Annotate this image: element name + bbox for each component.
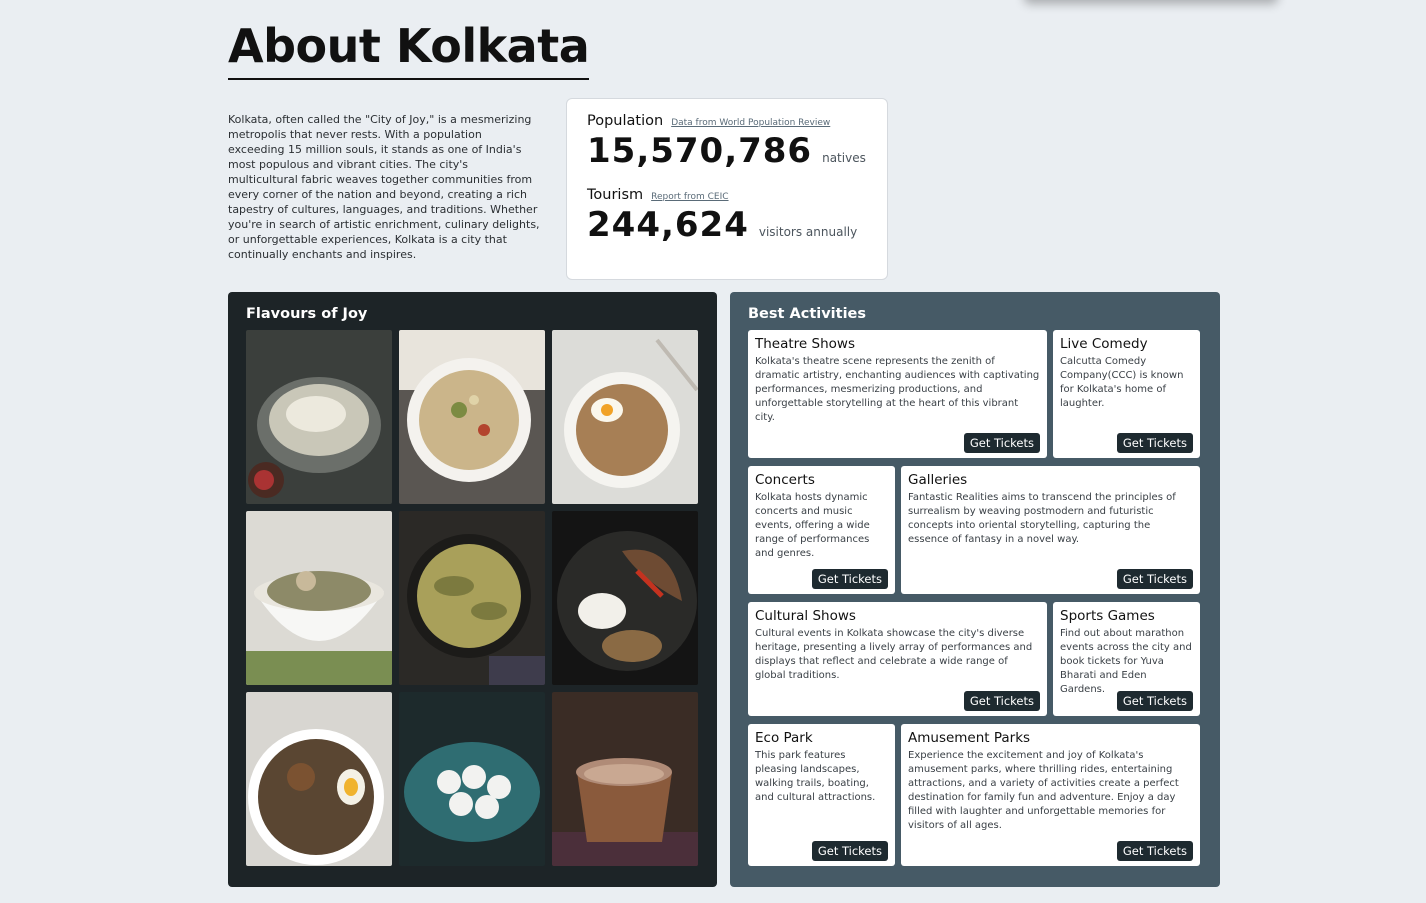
tourism-stat: Tourism Report from CEIC 244,624 visitor… bbox=[587, 187, 867, 245]
activity-title: Galleries bbox=[908, 472, 968, 488]
activity-card-sports: Sports Games Find out about marathon eve… bbox=[1053, 602, 1200, 716]
food-photo-chaat bbox=[246, 330, 392, 504]
activity-card-theatre: Theatre Shows Kolkata's theatre scene re… bbox=[748, 330, 1047, 458]
activity-card-amusement-parks: Amusement Parks Experience the excitemen… bbox=[901, 724, 1200, 866]
food-panel-title: Flavours of Joy bbox=[246, 306, 368, 322]
tourism-value: 244,624 bbox=[587, 205, 749, 245]
activity-desc: This park features pleasing landscapes, … bbox=[755, 750, 876, 803]
food-photo-rice-platter bbox=[552, 511, 698, 685]
food-photo-mishti-doi bbox=[552, 692, 698, 866]
food-photo-biryani bbox=[246, 692, 392, 866]
activity-desc: Find out about marathon events across th… bbox=[1060, 628, 1192, 695]
get-tickets-button[interactable]: Get Tickets bbox=[1116, 691, 1193, 711]
population-stat: Population Data from World Population Re… bbox=[587, 113, 867, 171]
activity-title: Sports Games bbox=[1060, 608, 1155, 624]
page-title: About Kolkata bbox=[228, 18, 590, 80]
get-tickets-button[interactable]: Get Tickets bbox=[811, 569, 888, 589]
activity-desc: Kolkata's theatre scene represents the z… bbox=[755, 356, 1040, 423]
tourism-source-link[interactable]: Report from CEIC bbox=[651, 192, 728, 202]
activity-card-comedy: Live Comedy Calcutta Comedy Company(CCC)… bbox=[1053, 330, 1200, 458]
food-photo-fish-curry bbox=[399, 511, 545, 685]
get-tickets-button[interactable]: Get Tickets bbox=[1116, 569, 1193, 589]
food-photo-jhalmuri bbox=[399, 330, 545, 504]
get-tickets-button[interactable]: Get Tickets bbox=[963, 433, 1040, 453]
activity-title: Cultural Shows bbox=[755, 608, 856, 624]
food-photo-rasgulla bbox=[399, 692, 545, 866]
activities-panel: Best Activities Theatre Shows Kolkata's … bbox=[730, 292, 1220, 887]
food-photo-shukto bbox=[246, 511, 392, 685]
food-gallery bbox=[246, 330, 699, 866]
get-tickets-button[interactable]: Get Tickets bbox=[1116, 433, 1193, 453]
activity-card-concerts: Concerts Kolkata hosts dynamic concerts … bbox=[748, 466, 895, 594]
activity-title: Eco Park bbox=[755, 730, 813, 746]
activities-grid: Theatre Shows Kolkata's theatre scene re… bbox=[748, 330, 1200, 870]
population-source-link[interactable]: Data from World Population Review bbox=[671, 118, 830, 128]
activities-panel-title: Best Activities bbox=[748, 306, 867, 322]
activity-desc: Cultural events in Kolkata showcase the … bbox=[755, 628, 1033, 681]
get-tickets-button[interactable]: Get Tickets bbox=[1116, 841, 1193, 861]
tourism-unit: visitors annually bbox=[758, 225, 858, 239]
stats-card: Population Data from World Population Re… bbox=[566, 98, 888, 280]
activity-desc: Experience the excitement and joy of Kol… bbox=[908, 750, 1179, 831]
food-photo-noodles bbox=[552, 330, 698, 504]
get-tickets-button[interactable]: Get Tickets bbox=[811, 841, 888, 861]
activity-title: Concerts bbox=[755, 472, 815, 488]
food-panel: Flavours of Joy bbox=[228, 292, 717, 887]
population-label: Population bbox=[587, 113, 664, 129]
get-tickets-button[interactable]: Get Tickets bbox=[963, 691, 1040, 711]
activity-card-cultural-shows: Cultural Shows Cultural events in Kolkat… bbox=[748, 602, 1047, 716]
activity-card-eco-park: Eco Park This park features pleasing lan… bbox=[748, 724, 895, 866]
activity-title: Amusement Parks bbox=[908, 730, 1031, 746]
activity-title: Live Comedy bbox=[1060, 336, 1148, 352]
activity-desc: Fantastic Realities aims to transcend th… bbox=[908, 492, 1176, 545]
population-unit: natives bbox=[822, 151, 866, 165]
activity-title: Theatre Shows bbox=[755, 336, 855, 352]
intro-text: Kolkata, often called the "City of Joy,"… bbox=[228, 113, 540, 261]
tourism-label: Tourism bbox=[587, 187, 644, 203]
population-value: 15,570,786 bbox=[587, 131, 813, 171]
activity-desc: Calcutta Comedy Company(CCC) is known fo… bbox=[1060, 356, 1184, 409]
activity-card-galleries: Galleries Fantastic Realities aims to tr… bbox=[901, 466, 1200, 594]
activity-desc: Kolkata hosts dynamic concerts and music… bbox=[755, 492, 870, 559]
